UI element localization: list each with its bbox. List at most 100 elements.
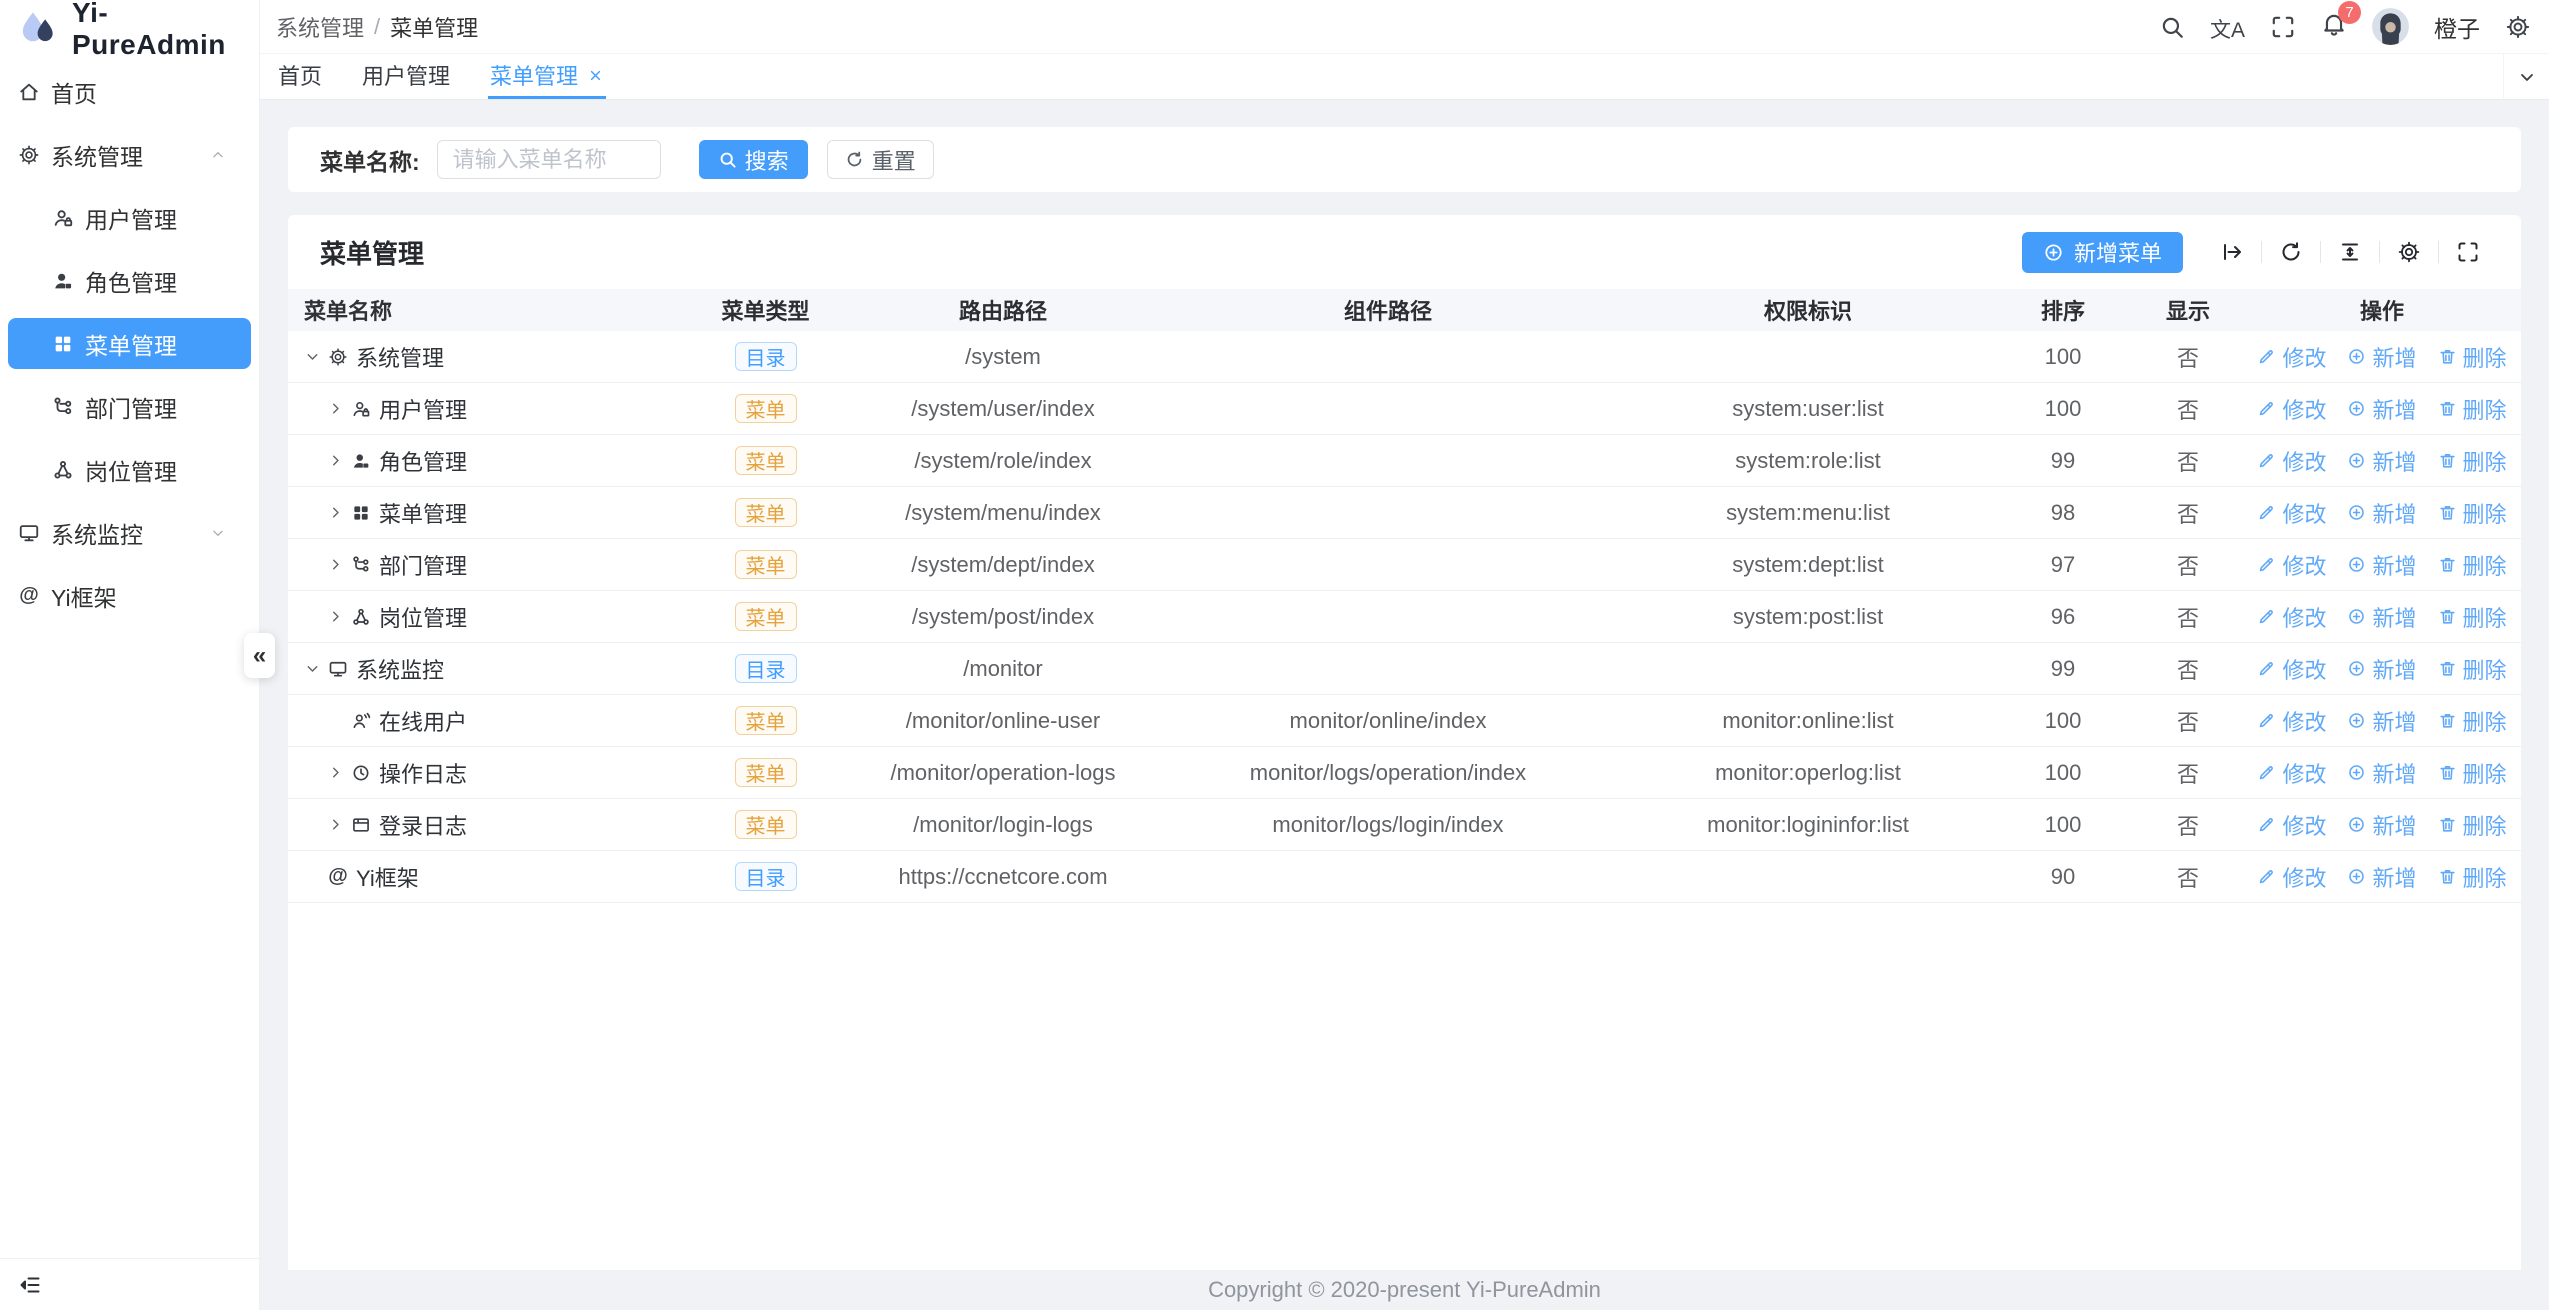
- add-link[interactable]: 新增: [2347, 497, 2416, 529]
- sidebar-item-system-manage[interactable]: 系统管理: [8, 129, 251, 180]
- table-row: 岗位管理菜单/system/post/indexsystem:post:list…: [288, 591, 2521, 643]
- trash-icon: [2438, 399, 2457, 418]
- delete-link[interactable]: 删除: [2438, 549, 2507, 581]
- chevron-down-icon[interactable]: [304, 348, 321, 365]
- cell-menu-name: 岗位管理: [288, 601, 678, 633]
- cell-menu-name: 在线用户: [288, 705, 678, 737]
- search-field-label: 菜单名称:: [320, 143, 420, 177]
- fullscreen-icon[interactable]: [2456, 240, 2480, 264]
- edit-link[interactable]: 修改: [2257, 705, 2326, 737]
- add-link[interactable]: 新增: [2347, 861, 2416, 893]
- add-link[interactable]: 新增: [2347, 549, 2416, 581]
- edit-link-label: 修改: [2282, 757, 2326, 789]
- search-button[interactable]: 搜索: [699, 140, 808, 179]
- edit-icon: [2257, 815, 2276, 834]
- tab-menu-manage[interactable]: 菜单管理: [488, 54, 606, 99]
- table-header-row: 菜单名称 菜单类型 路由路径 组件路径 权限标识 排序 显示 操作: [288, 289, 2521, 331]
- delete-link[interactable]: 删除: [2438, 393, 2507, 425]
- delete-link[interactable]: 删除: [2438, 445, 2507, 477]
- sidebar-item-post-manage[interactable]: 岗位管理: [8, 444, 251, 495]
- add-link[interactable]: 新增: [2347, 653, 2416, 685]
- column-header-component-path: 组件路径: [1153, 294, 1623, 326]
- edit-link[interactable]: 修改: [2257, 861, 2326, 893]
- fullscreen-icon[interactable]: [2270, 14, 2296, 40]
- menu-name-input[interactable]: [437, 140, 661, 179]
- sidebar-item-user-manage[interactable]: 用户管理: [8, 192, 251, 243]
- delete-link-label: 删除: [2463, 601, 2507, 633]
- menu-type-tag: 菜单: [735, 758, 797, 787]
- delete-link[interactable]: 删除: [2438, 601, 2507, 633]
- cell-menu-name: 登录日志: [288, 809, 678, 841]
- edit-icon: [2257, 659, 2276, 678]
- add-link[interactable]: 新增: [2347, 705, 2416, 737]
- monitor-icon: [18, 522, 40, 544]
- add-link-label: 新增: [2372, 653, 2416, 685]
- chevron-right-icon[interactable]: [327, 764, 344, 781]
- delete-link[interactable]: 删除: [2438, 341, 2507, 373]
- menu-fold-icon[interactable]: [18, 1273, 42, 1297]
- expand-all-icon[interactable]: [2220, 240, 2244, 264]
- breadcrumb-item[interactable]: 系统管理: [276, 11, 364, 43]
- delete-link[interactable]: 删除: [2438, 497, 2507, 529]
- chevron-down-icon[interactable]: [304, 660, 321, 677]
- edit-link[interactable]: 修改: [2257, 497, 2326, 529]
- sidebar-item-home[interactable]: 首页: [8, 66, 251, 117]
- gear-icon[interactable]: [2505, 14, 2531, 40]
- avatar[interactable]: [2372, 8, 2409, 45]
- delete-link[interactable]: 删除: [2438, 809, 2507, 841]
- tab-home[interactable]: 首页: [276, 54, 324, 99]
- user-name[interactable]: 橙子: [2434, 10, 2480, 44]
- sidebar-item-system-monitor[interactable]: 系统监控: [8, 507, 251, 558]
- add-link[interactable]: 新增: [2347, 757, 2416, 789]
- chevron-right-icon[interactable]: [327, 816, 344, 833]
- tab-user-manage[interactable]: 用户管理: [360, 54, 452, 99]
- edit-link[interactable]: 修改: [2257, 393, 2326, 425]
- menu-name-text: 菜单管理: [379, 497, 467, 529]
- add-link[interactable]: 新增: [2347, 341, 2416, 373]
- chevron-right-icon[interactable]: [327, 400, 344, 417]
- edit-link[interactable]: 修改: [2257, 601, 2326, 633]
- delete-link[interactable]: 删除: [2438, 653, 2507, 685]
- delete-link[interactable]: 删除: [2438, 705, 2507, 737]
- chevron-right-icon[interactable]: [327, 556, 344, 573]
- cell-menu-type: 菜单: [678, 550, 853, 579]
- edit-link[interactable]: 修改: [2257, 549, 2326, 581]
- add-link[interactable]: 新增: [2347, 393, 2416, 425]
- edit-icon: [2257, 763, 2276, 782]
- chevron-right-icon[interactable]: [327, 504, 344, 521]
- chevron-right-icon[interactable]: [327, 452, 344, 469]
- cell-route-path: /system/post/index: [853, 604, 1153, 630]
- chevron-right-icon[interactable]: [327, 608, 344, 625]
- tabs-more-button[interactable]: [2503, 54, 2549, 99]
- menu-name-text: 岗位管理: [379, 601, 467, 633]
- add-link[interactable]: 新增: [2347, 445, 2416, 477]
- plus-circle-icon: [2347, 451, 2366, 470]
- sidebar-item-role-manage[interactable]: 角色管理: [8, 255, 251, 306]
- user-lock-icon: [52, 207, 74, 229]
- sidebar-item-yi-frame[interactable]: @Yi框架: [8, 570, 251, 621]
- menu-name-text: 用户管理: [379, 393, 467, 425]
- translate-icon[interactable]: 文A: [2210, 14, 2245, 40]
- delete-link[interactable]: 删除: [2438, 861, 2507, 893]
- edit-link[interactable]: 修改: [2257, 809, 2326, 841]
- refresh-icon[interactable]: [2279, 240, 2303, 264]
- edit-link[interactable]: 修改: [2257, 653, 2326, 685]
- close-icon[interactable]: [587, 67, 604, 84]
- search-icon[interactable]: [2159, 14, 2185, 40]
- delete-link[interactable]: 删除: [2438, 757, 2507, 789]
- edit-link[interactable]: 修改: [2257, 757, 2326, 789]
- column-settings-icon[interactable]: [2397, 240, 2421, 264]
- cell-visible: 否: [2133, 757, 2243, 789]
- add-menu-button[interactable]: 新增菜单: [2022, 232, 2183, 273]
- cell-route-path: /system/role/index: [853, 448, 1153, 474]
- add-link[interactable]: 新增: [2347, 809, 2416, 841]
- row-density-icon[interactable]: [2338, 240, 2362, 264]
- sidebar-collapse-handle[interactable]: «: [244, 633, 275, 678]
- reset-button[interactable]: 重置: [827, 140, 934, 179]
- edit-link[interactable]: 修改: [2257, 341, 2326, 373]
- add-link[interactable]: 新增: [2347, 601, 2416, 633]
- edit-link[interactable]: 修改: [2257, 445, 2326, 477]
- sidebar-item-dept-manage[interactable]: 部门管理: [8, 381, 251, 432]
- sidebar-item-menu-manage[interactable]: 菜单管理: [8, 318, 251, 369]
- share-icon: [52, 459, 74, 481]
